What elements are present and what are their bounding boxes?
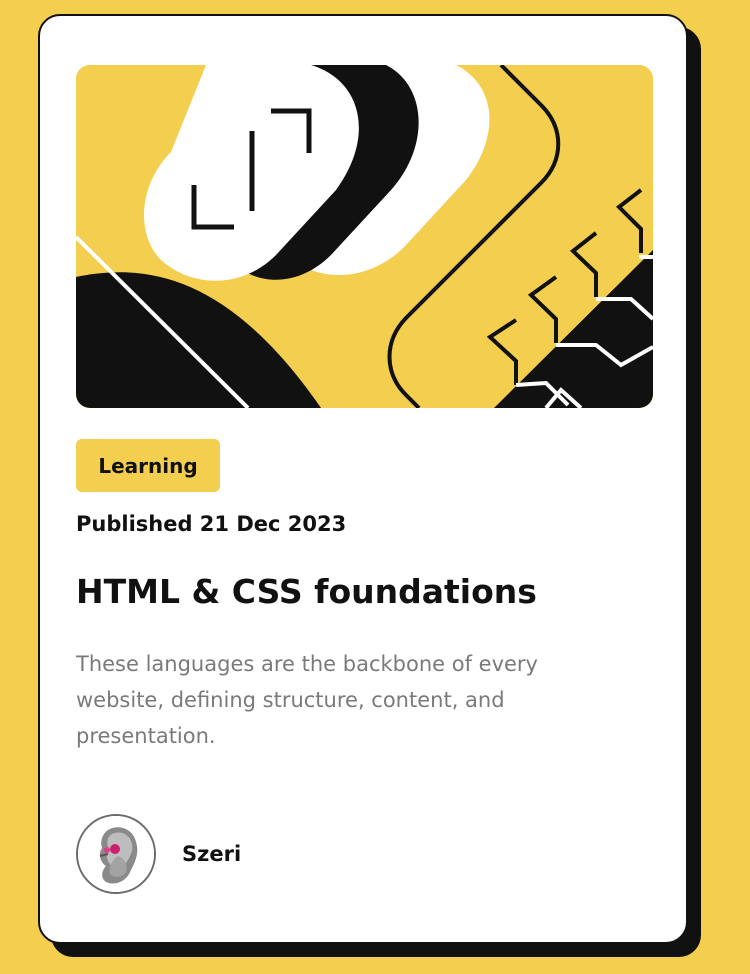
author-avatar[interactable] (76, 814, 156, 894)
card-title[interactable]: HTML & CSS foundations (76, 572, 537, 611)
author-avatar-icon (78, 816, 154, 892)
author-name[interactable]: Szeri (182, 842, 241, 866)
author-info: Szeri (76, 814, 241, 894)
card-description: These languages are the backbone of ever… (76, 652, 538, 748)
blog-preview-card: Learning Published 21 Dec 2023 HTML & CS… (38, 14, 688, 944)
hero-illustration (76, 65, 653, 408)
code-illustration-icon (76, 65, 653, 408)
published-date: Published 21 Dec 2023 (76, 512, 347, 536)
category-tag[interactable]: Learning (76, 439, 220, 492)
